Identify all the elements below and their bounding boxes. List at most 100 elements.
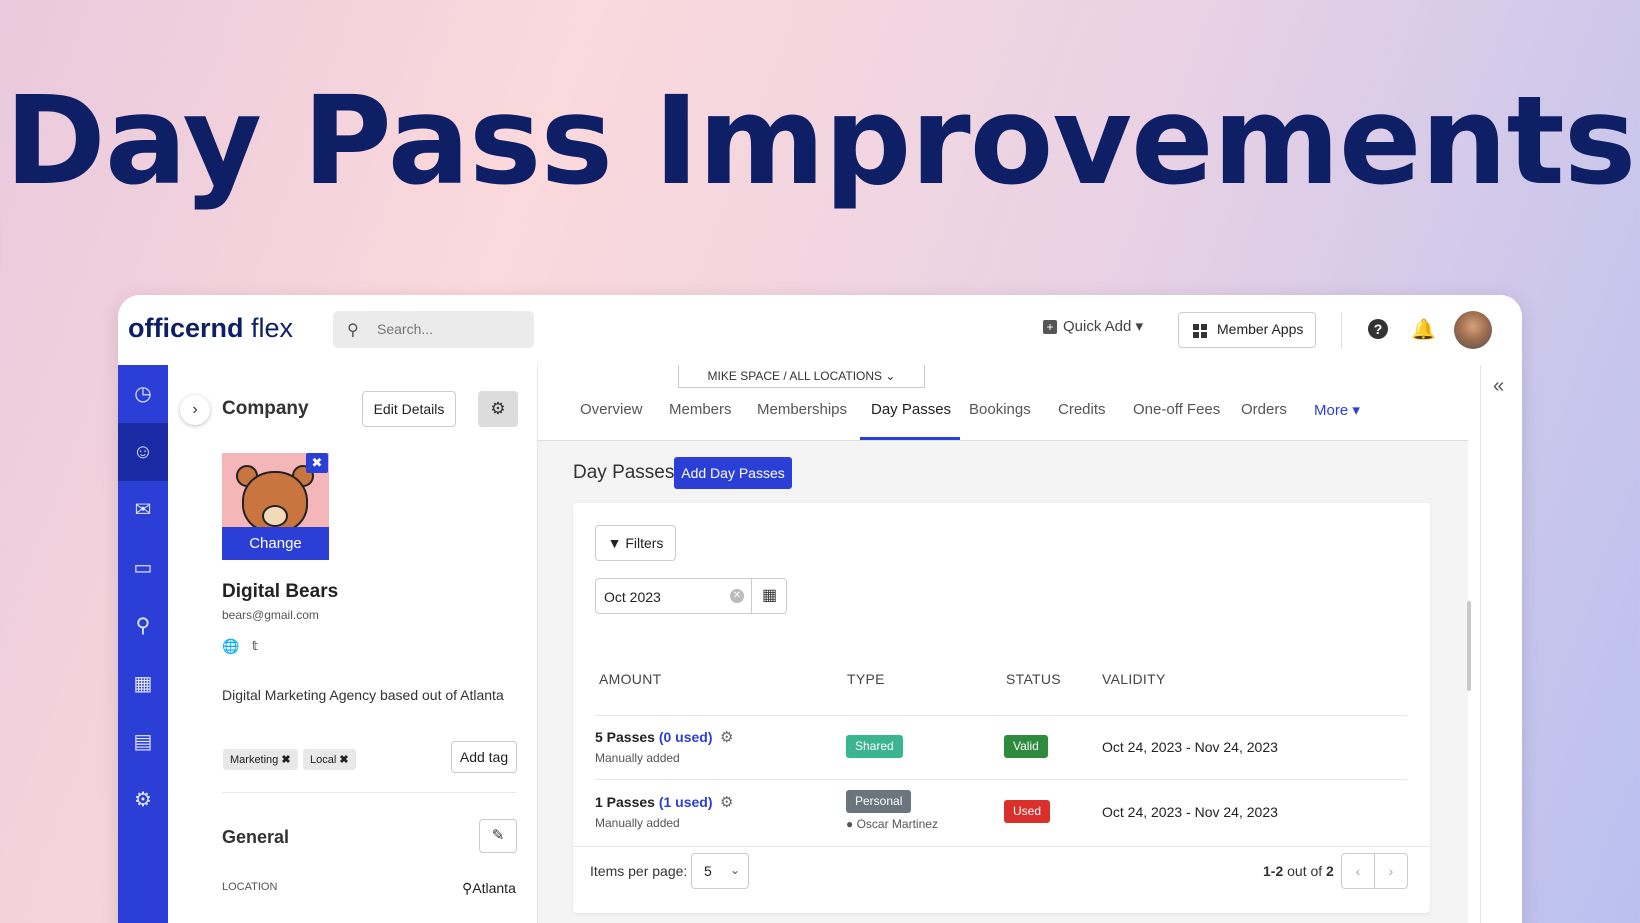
filters-button[interactable]: ▼ Filters xyxy=(595,525,676,561)
edit-details-button[interactable]: Edit Details xyxy=(362,391,456,427)
active-tab-indicator xyxy=(860,437,960,440)
date-value: Oct 2023 xyxy=(604,589,661,605)
amount-cell: 5 Passes (0 used) xyxy=(595,729,713,745)
source-text: Manually added xyxy=(595,751,680,765)
company-name: Digital Bears xyxy=(222,581,339,602)
search-input[interactable]: ⚲ Search... xyxy=(333,311,534,348)
expand-chevron-icon[interactable]: › xyxy=(180,395,210,425)
tab-overview[interactable]: Overview xyxy=(580,401,643,418)
divider xyxy=(595,715,1407,716)
quick-add-button[interactable]: + Quick Add ▾ xyxy=(1043,317,1143,335)
add-tag-button[interactable]: Add tag xyxy=(451,741,517,773)
used-link[interactable]: (1 used) xyxy=(659,794,713,810)
gear-icon[interactable]: ⚙ xyxy=(720,728,733,746)
change-logo-button[interactable]: Change xyxy=(222,527,329,560)
pencil-icon[interactable]: ✎ xyxy=(479,819,517,853)
tab-members[interactable]: Members xyxy=(669,401,732,418)
main-content: MIKE SPACE / ALL LOCATIONS ⌄ Overview Me… xyxy=(538,365,1468,923)
avatar[interactable] xyxy=(1454,311,1492,349)
used-link[interactable]: (0 used) xyxy=(659,729,713,745)
caret-down-icon: ▾ xyxy=(1135,318,1144,335)
search-placeholder: Search... xyxy=(377,321,434,337)
remove-tag-icon[interactable]: ✖ xyxy=(339,754,348,766)
settings-icon[interactable]: ⚙ xyxy=(118,771,168,829)
billing-icon[interactable]: ▭ xyxy=(118,539,168,597)
status-badge: Used xyxy=(1004,800,1051,823)
company-description: Digital Marketing Agency based out of At… xyxy=(222,687,504,703)
tab-memberships[interactable]: Memberships xyxy=(757,401,847,418)
location-icon[interactable]: ⚲ xyxy=(118,597,168,655)
right-panel: « xyxy=(1480,365,1522,923)
next-page-button[interactable]: › xyxy=(1374,853,1408,889)
amount-cell: 1 Passes (1 used) xyxy=(595,794,713,810)
sidebar: ◷ ☺ ✉ ▭ ⚲ ▦ ▤ ⚙ xyxy=(118,365,168,923)
tab-day-passes[interactable]: Day Passes xyxy=(871,401,951,418)
tab-bookings[interactable]: Bookings xyxy=(969,401,1031,418)
caret-down-icon: ▾ xyxy=(1352,402,1360,419)
apps-grid-icon xyxy=(1193,324,1208,339)
user-icon: ● xyxy=(846,817,854,831)
member-apps-button[interactable]: Member Apps xyxy=(1178,312,1316,348)
column-header[interactable]: TYPE xyxy=(847,671,885,687)
quick-add-label: Quick Add xyxy=(1063,318,1132,335)
twitter-icon[interactable]: 𝕥 xyxy=(252,638,258,654)
chat-icon[interactable]: ✉ xyxy=(118,481,168,539)
logo[interactable]: officernd flex xyxy=(128,313,293,344)
type-badge: Shared xyxy=(846,735,903,758)
tag-local[interactable]: Local ✖ xyxy=(303,749,356,770)
type-badge: Personal xyxy=(846,790,912,813)
collapse-double-chevron-icon[interactable]: « xyxy=(1493,375,1504,398)
day-passes-card: ▼ Filters Oct 2023 ✕ ▦ AMOUNT TYPE STATU… xyxy=(573,503,1430,913)
calendar-icon[interactable]: ▦ xyxy=(751,579,787,613)
company-heading: Company xyxy=(222,398,309,419)
tag-label: Marketing xyxy=(230,754,279,766)
validity-cell: Oct 24, 2023 - Nov 24, 2023 xyxy=(1102,739,1278,755)
tab-credits[interactable]: Credits xyxy=(1058,401,1106,418)
owner-text: ● Oscar Martinez xyxy=(846,817,938,831)
tag-label: Local xyxy=(310,754,337,766)
help-icon[interactable]: ? xyxy=(1368,319,1388,339)
divider xyxy=(595,779,1407,780)
pagination-info: 1-2 out of 2 xyxy=(1263,863,1334,879)
remove-tag-icon[interactable]: ✖ xyxy=(281,754,290,766)
plus-square-icon: + xyxy=(1043,320,1057,334)
bell-icon[interactable]: 🔔 xyxy=(1411,317,1436,342)
tag-marketing[interactable]: Marketing ✖ xyxy=(223,749,298,770)
date-picker[interactable]: Oct 2023 ✕ ▦ xyxy=(595,578,787,614)
tab-more[interactable]: More ▾ xyxy=(1314,401,1360,419)
member-apps-label: Member Apps xyxy=(1217,321,1304,337)
column-header[interactable]: AMOUNT xyxy=(599,671,661,687)
top-bar: officernd flex ⚲ Search... + Quick Add ▾ … xyxy=(118,295,1522,365)
column-header[interactable]: STATUS xyxy=(1006,671,1061,687)
scrollbar[interactable] xyxy=(1467,601,1471,691)
gear-icon[interactable]: ⚙ xyxy=(720,793,733,811)
location-selector[interactable]: MIKE SPACE / ALL LOCATIONS ⌄ xyxy=(678,365,925,388)
status-badge: Valid xyxy=(1004,735,1048,758)
reports-icon[interactable]: ▤ xyxy=(118,713,168,771)
items-per-page-label: Items per page: xyxy=(590,863,688,879)
globe-icon[interactable]: 🌐 xyxy=(222,638,239,655)
chevron-down-icon: ⌄ xyxy=(729,863,740,877)
divider xyxy=(222,792,516,793)
tab-orders[interactable]: Orders xyxy=(1241,401,1287,418)
clear-date-icon[interactable]: ✕ xyxy=(730,589,744,603)
tabs-bar: MIKE SPACE / ALL LOCATIONS ⌄ Overview Me… xyxy=(538,365,1468,441)
gear-icon[interactable]: ⚙ xyxy=(478,391,518,427)
divider xyxy=(1341,313,1342,349)
validity-cell: Oct 24, 2023 - Nov 24, 2023 xyxy=(1102,804,1278,820)
location-value: ⚲Atlanta xyxy=(462,880,516,896)
members-icon[interactable]: ☺ xyxy=(118,423,168,481)
tab-one-off-fees[interactable]: One-off Fees xyxy=(1133,401,1220,418)
column-header[interactable]: VALIDITY xyxy=(1102,671,1166,687)
add-day-passes-button[interactable]: Add Day Passes xyxy=(674,457,792,489)
day-passes-heading: Day Passes xyxy=(573,462,675,483)
prev-page-button[interactable]: ‹ xyxy=(1341,853,1375,889)
dashboard-icon[interactable]: ◷ xyxy=(118,365,168,423)
source-text: Manually added xyxy=(595,816,680,830)
hero-title: Day Pass Improvements xyxy=(4,70,1637,212)
location-label: LOCATION xyxy=(222,881,278,893)
calendar-icon[interactable]: ▦ xyxy=(118,655,168,713)
remove-logo-icon[interactable]: ✖ xyxy=(306,453,328,473)
chevron-down-icon: ⌄ xyxy=(885,369,896,383)
items-per-page-select[interactable]: 5 ⌄ xyxy=(691,853,749,889)
